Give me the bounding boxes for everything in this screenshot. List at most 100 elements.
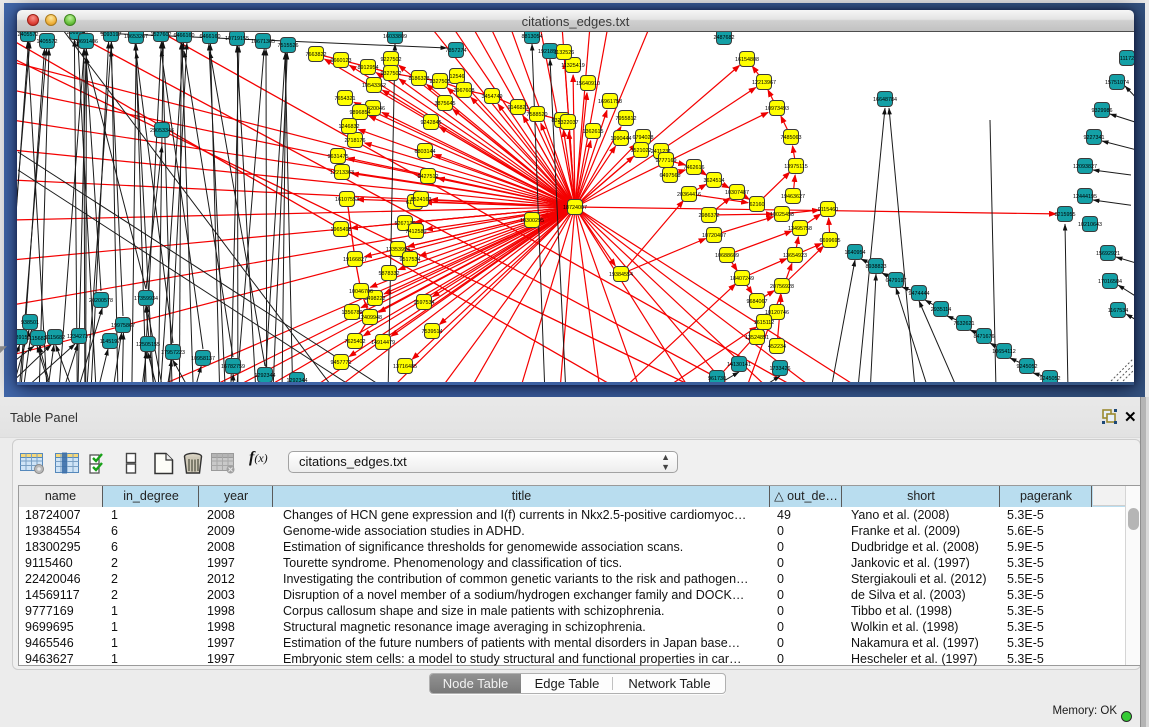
svg-text:10046706: 10046706 bbox=[349, 289, 373, 295]
svg-text:8524163: 8524163 bbox=[411, 197, 432, 203]
svg-text:12213967: 12213967 bbox=[752, 80, 776, 86]
svg-text:8813054: 8813054 bbox=[522, 34, 543, 40]
svg-text:961730: 961730 bbox=[708, 376, 726, 382]
svg-text:8215955: 8215955 bbox=[1055, 212, 1076, 218]
svg-text:1615112: 1615112 bbox=[754, 320, 775, 326]
svg-text:7539514: 7539514 bbox=[422, 329, 443, 335]
svg-text:8186328: 8186328 bbox=[409, 76, 430, 82]
svg-text:7515526: 7515526 bbox=[278, 43, 299, 49]
svg-text:13975115: 13975115 bbox=[784, 164, 808, 170]
svg-text:14914479: 14914479 bbox=[371, 340, 395, 346]
svg-text:16961758: 16961758 bbox=[598, 99, 622, 105]
svg-text:8427512: 8427512 bbox=[418, 174, 439, 180]
svg-text:17957223: 17957223 bbox=[161, 350, 185, 356]
svg-text:18724007: 18724007 bbox=[563, 205, 587, 211]
svg-text:10720407: 10720407 bbox=[702, 233, 726, 239]
svg-text:8471676: 8471676 bbox=[974, 334, 995, 340]
svg-text:19384554: 19384554 bbox=[609, 272, 633, 278]
svg-text:452234: 452234 bbox=[768, 344, 786, 350]
svg-text:7857274: 7857274 bbox=[446, 48, 467, 54]
svg-text:1965498: 1965498 bbox=[331, 227, 352, 233]
svg-text:15692921: 15692921 bbox=[1096, 251, 1120, 257]
svg-text:17016504: 17016504 bbox=[1098, 279, 1122, 285]
svg-text:9146821: 9146821 bbox=[508, 105, 529, 111]
svg-text:13654923: 13654923 bbox=[783, 253, 807, 259]
svg-text:19463627: 19463627 bbox=[781, 194, 805, 200]
svg-text:6794028: 6794028 bbox=[633, 135, 654, 141]
svg-text:16033809: 16033809 bbox=[383, 34, 407, 40]
svg-text:9227502: 9227502 bbox=[381, 57, 402, 63]
svg-text:15751074: 15751074 bbox=[1105, 80, 1129, 86]
svg-text:7654321: 7654321 bbox=[335, 96, 356, 102]
svg-text:13716485: 13716485 bbox=[393, 364, 417, 370]
svg-text:1132526: 1132526 bbox=[554, 50, 575, 56]
svg-text:10654112: 10654112 bbox=[992, 349, 1016, 355]
svg-text:10025458: 10025458 bbox=[770, 212, 794, 218]
svg-text:20200578: 20200578 bbox=[89, 298, 113, 304]
svg-text:17359934: 17359934 bbox=[134, 296, 158, 302]
svg-text:10688609: 10688609 bbox=[715, 253, 739, 259]
svg-text:1145197: 1145197 bbox=[100, 339, 121, 345]
svg-text:11325419: 11325419 bbox=[561, 63, 585, 69]
svg-text:9517534: 9517534 bbox=[400, 257, 421, 263]
svg-text:1640954: 1640954 bbox=[845, 250, 866, 256]
svg-text:6497568: 6497568 bbox=[660, 173, 681, 179]
svg-text:1990444: 1990444 bbox=[611, 136, 632, 142]
svg-text:18407249: 18407249 bbox=[730, 276, 754, 282]
svg-text:10958137: 10958137 bbox=[191, 356, 215, 362]
svg-text:13524851: 13524851 bbox=[745, 335, 769, 341]
svg-text:6466160: 6466160 bbox=[200, 34, 221, 40]
svg-text:12505155: 12505155 bbox=[136, 342, 160, 348]
svg-text:9242845: 9242845 bbox=[421, 120, 442, 126]
svg-text:7588520: 7588520 bbox=[527, 112, 548, 118]
svg-text:9474444: 9474444 bbox=[909, 291, 930, 297]
svg-text:1322037: 1322037 bbox=[558, 120, 579, 126]
svg-text:6699695: 6699695 bbox=[820, 238, 841, 244]
svg-text:9327502: 9327502 bbox=[381, 71, 402, 77]
svg-text:9684067: 9684067 bbox=[747, 299, 768, 305]
svg-text:16107553: 16107553 bbox=[335, 197, 359, 203]
svg-text:29053346: 29053346 bbox=[150, 128, 174, 134]
svg-text:12546: 12546 bbox=[450, 74, 465, 80]
svg-text:6479197: 6479197 bbox=[886, 278, 907, 284]
svg-text:1246832: 1246832 bbox=[339, 124, 360, 130]
svg-text:2718176: 2718176 bbox=[345, 138, 366, 144]
svg-text:1167534: 1167534 bbox=[1108, 308, 1129, 314]
svg-text:13495758: 13495758 bbox=[788, 226, 812, 232]
svg-text:5878332: 5878332 bbox=[379, 271, 400, 277]
svg-text:9227341: 9227341 bbox=[1084, 135, 1105, 141]
svg-text:9329986: 9329986 bbox=[1092, 108, 1113, 114]
svg-text:12342737: 12342737 bbox=[67, 334, 91, 340]
svg-text:1115682: 1115682 bbox=[45, 335, 65, 341]
svg-text:14130141: 14130141 bbox=[727, 362, 751, 368]
svg-text:1292344: 1292344 bbox=[287, 378, 308, 382]
svg-text:1356789: 1356789 bbox=[342, 310, 363, 316]
svg-text:19975867: 19975867 bbox=[111, 323, 135, 329]
svg-text:62160: 62160 bbox=[750, 202, 765, 208]
svg-text:7485063: 7485063 bbox=[781, 135, 802, 141]
svg-text:7663822: 7663822 bbox=[306, 52, 327, 58]
svg-text:20691406: 20691406 bbox=[74, 39, 98, 45]
svg-text:6803144: 6803144 bbox=[415, 149, 436, 155]
svg-text:12093827: 12093827 bbox=[1073, 164, 1097, 170]
svg-text:1093197: 1093197 bbox=[101, 32, 122, 38]
svg-text:10653267: 10653267 bbox=[124, 34, 148, 40]
svg-text:10307487: 10307487 bbox=[725, 190, 749, 196]
svg-text:3875645: 3875645 bbox=[435, 101, 456, 107]
svg-text:20756928: 20756928 bbox=[770, 284, 794, 290]
svg-text:9115460: 9115460 bbox=[818, 207, 839, 213]
svg-text:20364416: 20364416 bbox=[677, 192, 701, 198]
svg-text:10671365: 10671365 bbox=[251, 39, 275, 45]
svg-text:9457771: 9457771 bbox=[331, 360, 352, 366]
svg-text:10210643: 10210643 bbox=[1078, 222, 1102, 228]
svg-text:6466160: 6466160 bbox=[174, 33, 195, 39]
svg-text:9896854: 9896854 bbox=[350, 110, 371, 116]
svg-text:10973493: 10973493 bbox=[765, 106, 789, 112]
svg-text:1405572: 1405572 bbox=[37, 39, 58, 45]
svg-text:1733426: 1733426 bbox=[770, 366, 791, 372]
svg-text:1292344: 1292344 bbox=[255, 373, 276, 379]
svg-text:16154808: 16154808 bbox=[735, 57, 759, 63]
svg-text:3454749: 3454749 bbox=[482, 94, 503, 100]
svg-text:1362615: 1362615 bbox=[583, 129, 604, 135]
svg-text:11172: 11172 bbox=[1120, 56, 1134, 62]
